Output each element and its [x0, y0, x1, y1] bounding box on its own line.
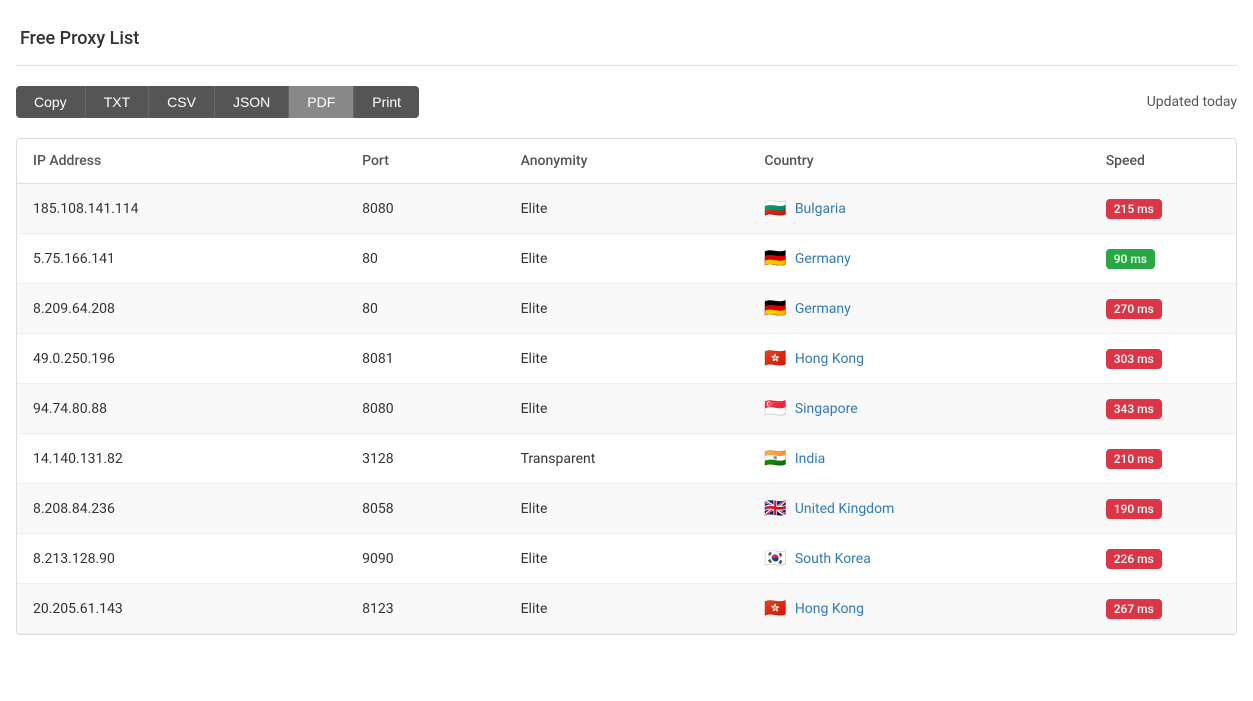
table-row: 14.140.131.823128Transparent 🇮🇳 India 210 m… [17, 434, 1236, 484]
cell-speed: 270 ms [1090, 284, 1236, 334]
cell-anonymity: Elite [505, 484, 749, 534]
export-buttons: Copy TXT CSV JSON PDF Print [16, 86, 419, 118]
cell-country: 🇰🇷 South Korea [748, 534, 1089, 584]
country-name: Germany [795, 251, 851, 267]
cell-port: 8058 [346, 484, 504, 534]
txt-button[interactable]: TXT [86, 86, 149, 118]
cell-speed: 303 ms [1090, 334, 1236, 384]
cell-ip: 94.74.80.88 [17, 384, 346, 434]
cell-anonymity: Elite [505, 384, 749, 434]
flag-icon: 🇸🇬 [764, 398, 786, 419]
country-name: Bulgaria [795, 201, 846, 217]
cell-anonymity: Elite [505, 284, 749, 334]
col-country: Country [748, 139, 1089, 184]
table-row: 5.75.166.14180Elite 🇩🇪 Germany 90 ms [17, 234, 1236, 284]
country-name: India [795, 451, 825, 467]
print-button[interactable]: Print [354, 86, 419, 118]
cell-ip: 185.108.141.114 [17, 184, 346, 234]
speed-badge: 270 ms [1106, 299, 1162, 319]
speed-badge: 90 ms [1106, 249, 1155, 269]
speed-badge: 303 ms [1106, 349, 1162, 369]
flag-icon: 🇭🇰 [764, 598, 786, 619]
col-speed: Speed [1090, 139, 1236, 184]
cell-country: 🇸🇬 Singapore [748, 384, 1089, 434]
cell-port: 8123 [346, 584, 504, 634]
flag-icon: 🇰🇷 [764, 548, 786, 569]
country-name: Singapore [795, 401, 858, 417]
cell-country: 🇭🇰 Hong Kong [748, 334, 1089, 384]
proxy-table-container: IP Address Port Anonymity Country Speed … [16, 138, 1237, 635]
flag-icon: 🇮🇳 [764, 448, 786, 469]
country-name: South Korea [795, 551, 871, 567]
flag-icon: 🇩🇪 [764, 248, 786, 269]
toolbar: Copy TXT CSV JSON PDF Print Updated toda… [16, 86, 1237, 118]
cell-country: 🇩🇪 Germany [748, 284, 1089, 334]
cell-anonymity: Elite [505, 234, 749, 284]
cell-country: 🇬🇧 United Kingdom [748, 484, 1089, 534]
cell-speed: 90 ms [1090, 234, 1236, 284]
cell-anonymity: Elite [505, 534, 749, 584]
table-row: 20.205.61.1438123Elite 🇭🇰 Hong Kong 267 ms [17, 584, 1236, 634]
cell-port: 80 [346, 284, 504, 334]
cell-speed: 226 ms [1090, 534, 1236, 584]
cell-port: 9090 [346, 534, 504, 584]
cell-anonymity: Transparent [505, 434, 749, 484]
col-anonymity: Anonymity [505, 139, 749, 184]
table-row: 8.213.128.909090Elite 🇰🇷 South Korea 226 ms [17, 534, 1236, 584]
copy-button[interactable]: Copy [16, 86, 86, 118]
cell-anonymity: Elite [505, 184, 749, 234]
speed-badge: 226 ms [1106, 549, 1162, 569]
table-row: 94.74.80.888080Elite 🇸🇬 Singapore 343 ms [17, 384, 1236, 434]
country-name: Hong Kong [795, 601, 864, 617]
cell-country: 🇩🇪 Germany [748, 234, 1089, 284]
cell-ip: 8.209.64.208 [17, 284, 346, 334]
cell-ip: 8.208.84.236 [17, 484, 346, 534]
cell-port: 80 [346, 234, 504, 284]
updated-label: Updated today [1147, 94, 1237, 110]
table-row: 8.209.64.20880Elite 🇩🇪 Germany 270 ms [17, 284, 1236, 334]
cell-country: 🇮🇳 India [748, 434, 1089, 484]
cell-country: 🇭🇰 Hong Kong [748, 584, 1089, 634]
proxy-table: IP Address Port Anonymity Country Speed … [17, 139, 1236, 634]
cell-ip: 5.75.166.141 [17, 234, 346, 284]
flag-icon: 🇭🇰 [764, 348, 786, 369]
cell-speed: 190 ms [1090, 484, 1236, 534]
country-name: United Kingdom [795, 501, 895, 517]
cell-speed: 343 ms [1090, 384, 1236, 434]
country-name: Germany [795, 301, 851, 317]
cell-ip: 14.140.131.82 [17, 434, 346, 484]
cell-ip: 49.0.250.196 [17, 334, 346, 384]
cell-port: 8080 [346, 384, 504, 434]
cell-port: 8081 [346, 334, 504, 384]
speed-badge: 210 ms [1106, 449, 1162, 469]
speed-badge: 343 ms [1106, 399, 1162, 419]
cell-anonymity: Elite [505, 584, 749, 634]
country-name: Hong Kong [795, 351, 864, 367]
flag-icon: 🇩🇪 [764, 298, 786, 319]
col-port: Port [346, 139, 504, 184]
cell-speed: 267 ms [1090, 584, 1236, 634]
cell-anonymity: Elite [505, 334, 749, 384]
json-button[interactable]: JSON [215, 86, 289, 118]
page-title: Free Proxy List [16, 16, 1237, 66]
cell-country: 🇧🇬 Bulgaria [748, 184, 1089, 234]
cell-speed: 215 ms [1090, 184, 1236, 234]
table-row: 185.108.141.1148080Elite 🇧🇬 Bulgaria 215 ms [17, 184, 1236, 234]
cell-ip: 20.205.61.143 [17, 584, 346, 634]
table-row: 8.208.84.2368058Elite 🇬🇧 United Kingdom 190… [17, 484, 1236, 534]
speed-badge: 215 ms [1106, 199, 1162, 219]
csv-button[interactable]: CSV [149, 86, 215, 118]
table-row: 49.0.250.1968081Elite 🇭🇰 Hong Kong 303 ms [17, 334, 1236, 384]
cell-port: 8080 [346, 184, 504, 234]
pdf-button[interactable]: PDF [289, 86, 354, 118]
flag-icon: 🇧🇬 [764, 198, 786, 219]
flag-icon: 🇬🇧 [764, 498, 786, 519]
table-header-row: IP Address Port Anonymity Country Speed [17, 139, 1236, 184]
speed-badge: 190 ms [1106, 499, 1162, 519]
cell-speed: 210 ms [1090, 434, 1236, 484]
col-ip: IP Address [17, 139, 346, 184]
speed-badge: 267 ms [1106, 599, 1162, 619]
cell-ip: 8.213.128.90 [17, 534, 346, 584]
cell-port: 3128 [346, 434, 504, 484]
